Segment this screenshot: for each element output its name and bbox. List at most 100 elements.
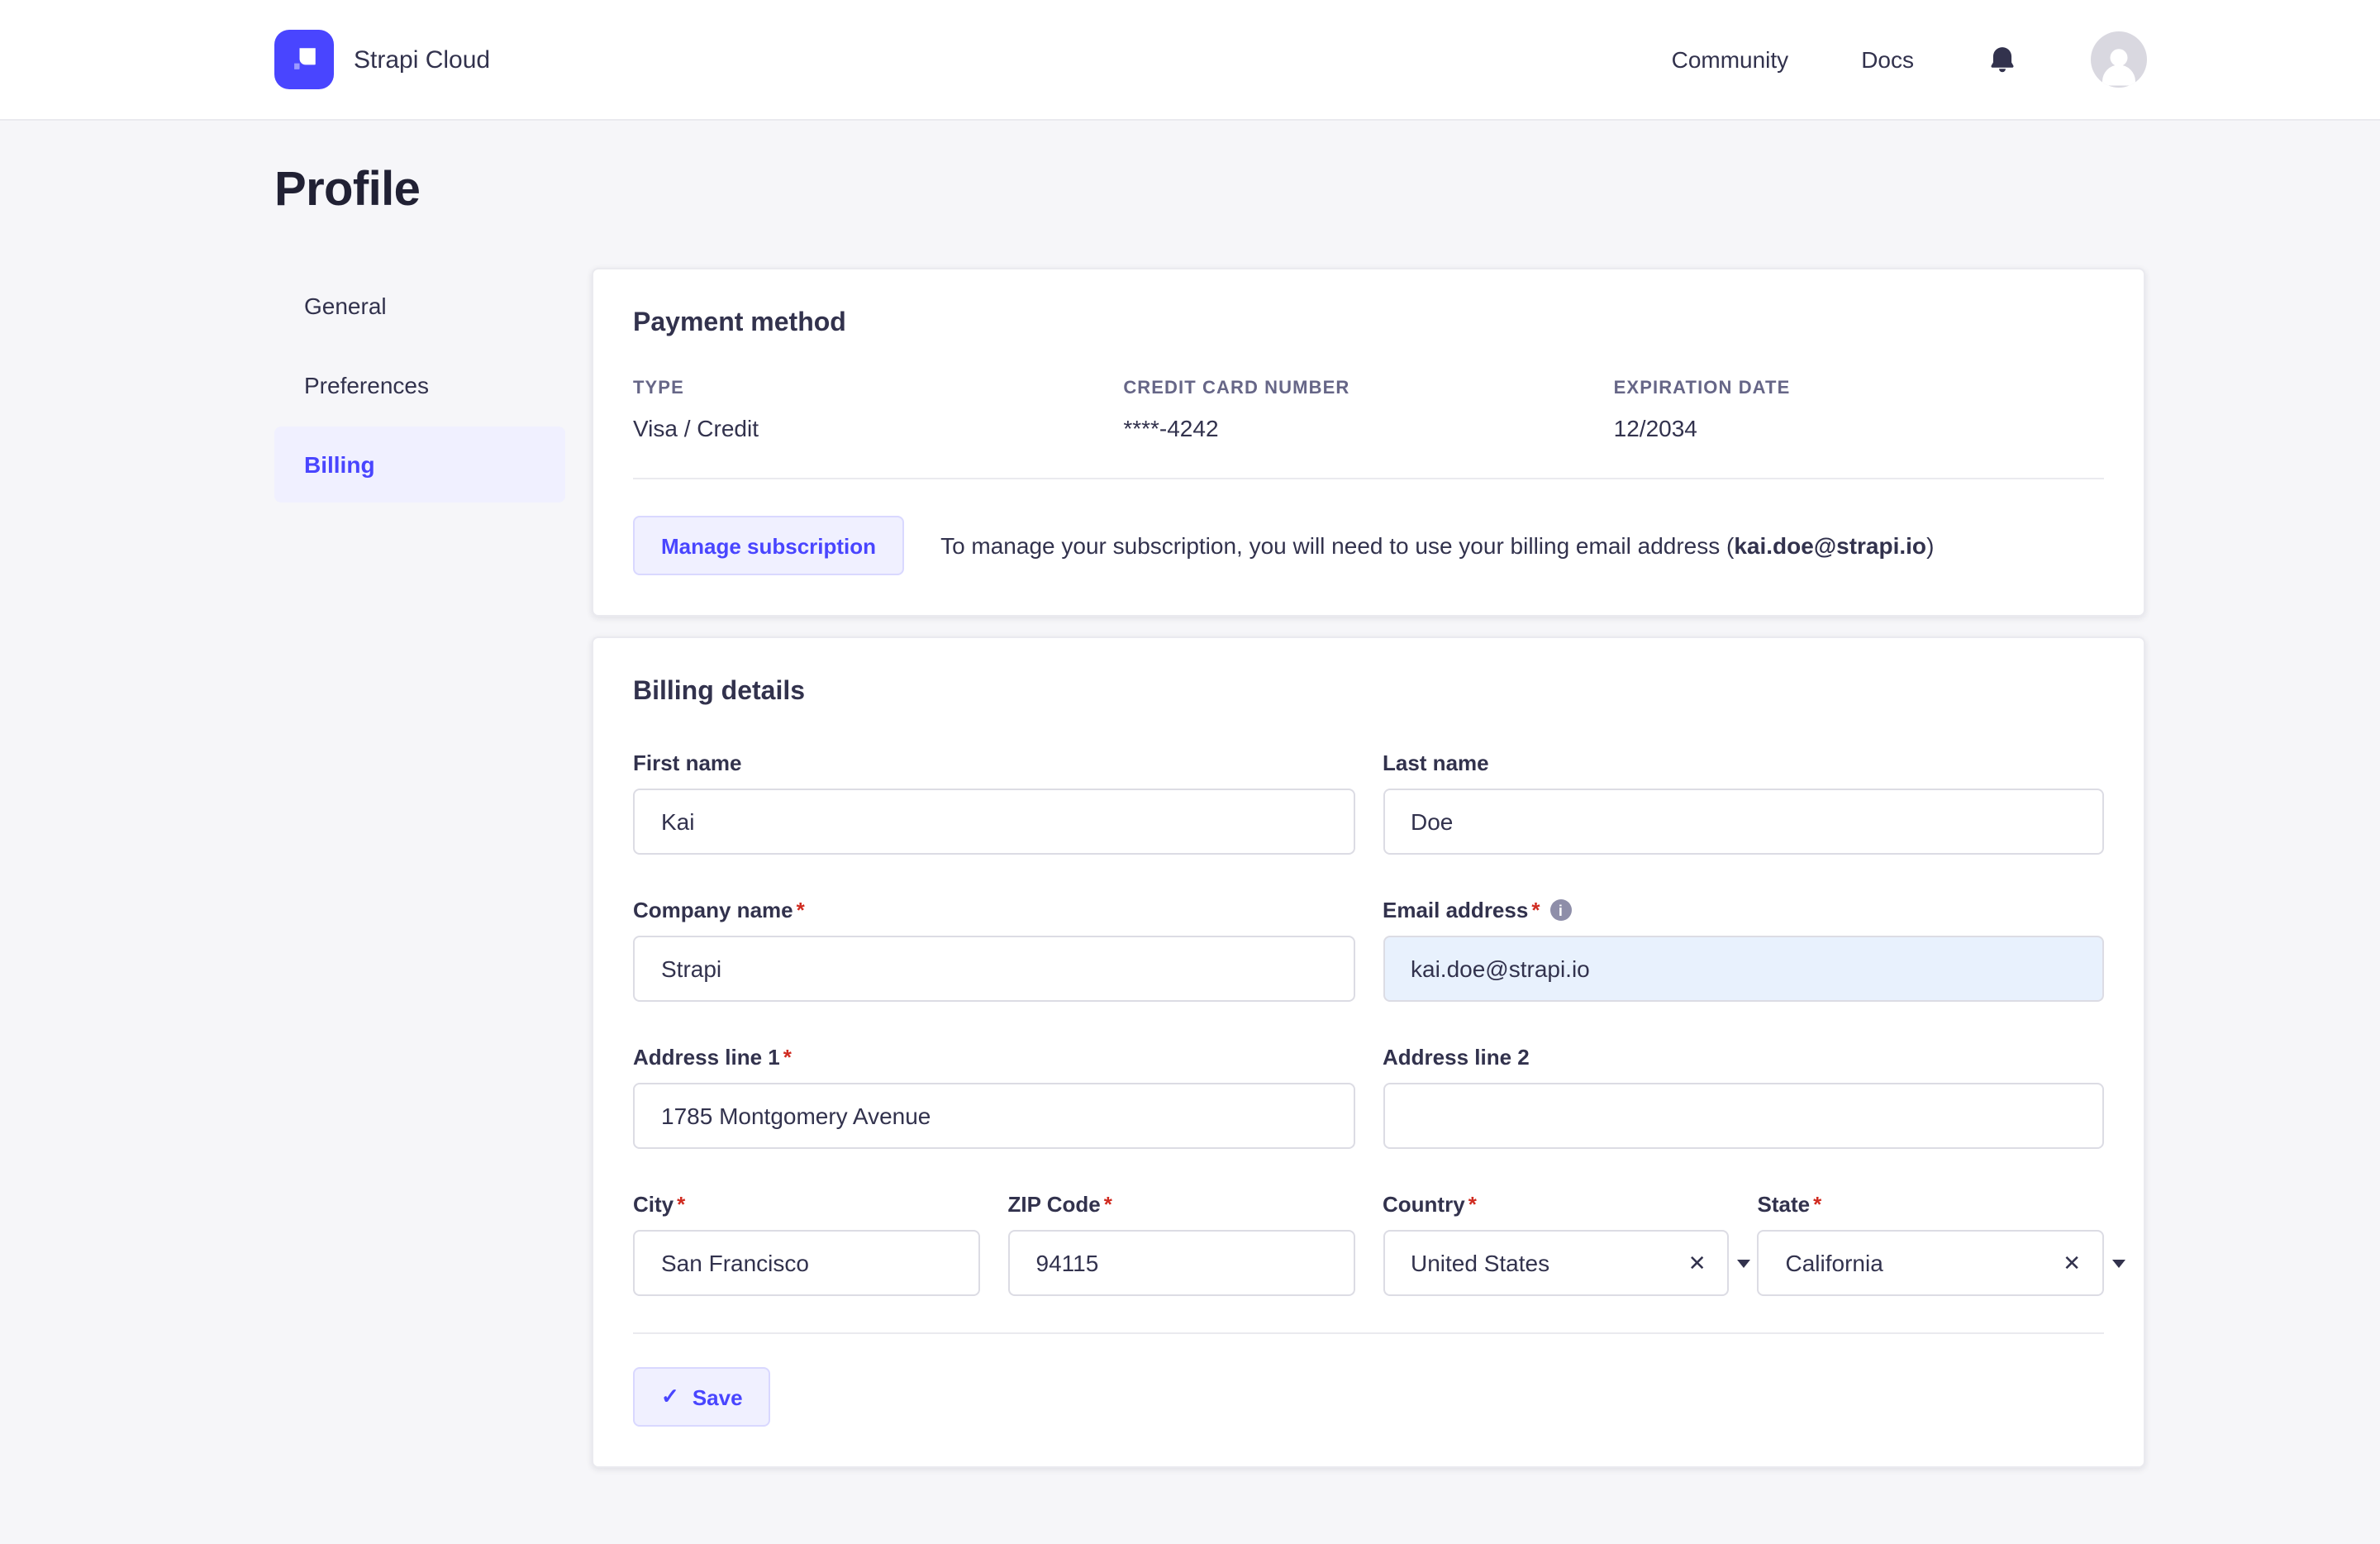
note-suffix: ) [1926, 532, 1935, 559]
field-city: City * [633, 1192, 980, 1296]
first-name-input[interactable] [633, 789, 1354, 855]
payment-method-card: Payment method TYPE Visa / Credit CREDIT… [592, 268, 2145, 617]
payment-type: TYPE Visa / Credit [633, 379, 1123, 441]
required-mark: * [796, 898, 805, 922]
country-combobox: ✕ [1383, 1230, 1751, 1296]
app-root: Strapi Cloud Community Docs Profile Gene… [0, 0, 2380, 1544]
required-mark: * [1531, 898, 1540, 922]
sidebar-item-preferences[interactable]: Preferences [274, 347, 565, 423]
address2-label: Address line 2 [1383, 1045, 2104, 1070]
brand[interactable]: Strapi Cloud [274, 30, 490, 89]
first-name-label-text: First name [633, 751, 742, 775]
last-name-input[interactable] [1383, 789, 2104, 855]
card-number-label: CREDIT CARD NUMBER [1123, 379, 1350, 398]
page-title: Profile [274, 164, 421, 217]
save-button-label: Save [692, 1384, 743, 1409]
expiration-value: 12/2034 [1613, 415, 1697, 441]
zip-code-input[interactable] [1007, 1230, 1354, 1296]
address-line-1-input[interactable] [633, 1083, 1354, 1149]
note-prefix: To manage your subscription, you will ne… [940, 532, 1735, 559]
field-zip-code: ZIP Code * [1007, 1192, 1355, 1296]
profile-nav: General Preferences Billing [274, 268, 565, 506]
payment-card-title: Payment method [633, 309, 846, 337]
billing-details-card: Billing details First name Last name Com… [592, 636, 2145, 1468]
required-mark: * [677, 1192, 686, 1217]
nav-community[interactable]: Community [1672, 46, 1789, 73]
city-label: City * [633, 1192, 980, 1217]
billing-email-note: To manage your subscription, you will ne… [940, 532, 1934, 559]
payment-card-number: CREDIT CARD NUMBER ****-4242 [1123, 379, 1613, 441]
email-input[interactable] [1383, 936, 2104, 1002]
notifications-bell-icon[interactable] [1987, 44, 2018, 75]
billing-form-grid: First name Last name Company name* [633, 751, 2104, 1149]
check-icon: ✓ [661, 1384, 679, 1408]
field-last-name: Last name [1383, 751, 2104, 855]
state-clear-icon[interactable]: ✕ [2063, 1252, 2081, 1274]
required-mark: * [1813, 1192, 1822, 1217]
state-input[interactable] [1757, 1230, 2104, 1296]
state-label: State * [1758, 1192, 2105, 1217]
expiration-label: EXPIRATION DATE [1613, 379, 1791, 398]
state-label-text: State [1757, 1192, 1811, 1217]
country-input[interactable] [1383, 1230, 1730, 1296]
top-header: Strapi Cloud Community Docs [0, 0, 2380, 121]
zip-label: ZIP Code * [1008, 1192, 1355, 1217]
payment-expiration: EXPIRATION DATE 12/2034 [1614, 379, 2104, 441]
address-line-2-input[interactable] [1383, 1083, 2104, 1149]
save-button[interactable]: ✓ Save [633, 1367, 771, 1427]
content-row: General Preferences Billing Payment meth… [274, 268, 2147, 1468]
header-right: Community Docs [1672, 31, 2147, 88]
info-icon[interactable]: i [1549, 899, 1572, 921]
nav-docs[interactable]: Docs [1861, 46, 1914, 73]
state-combobox: ✕ [1757, 1230, 2125, 1296]
zip-label-text: ZIP Code [1007, 1192, 1101, 1217]
required-mark: * [1103, 1192, 1112, 1217]
manage-subscription-button[interactable]: Manage subscription [633, 516, 905, 575]
user-avatar[interactable] [2091, 31, 2147, 88]
email-label: Email address * i [1383, 898, 2104, 922]
divider [633, 478, 2104, 479]
field-state: State* ✕ [1757, 1192, 2125, 1296]
brand-name: Strapi Cloud [354, 45, 491, 74]
country-label-text: Country [1383, 1192, 1465, 1217]
payment-summary: TYPE Visa / Credit CREDIT CARD NUMBER **… [633, 379, 2104, 441]
payment-type-label: TYPE [633, 379, 684, 398]
field-email-address: Email address * i [1383, 898, 2104, 1002]
field-address-line-2: Address line 2 [1383, 1045, 2104, 1149]
main-column: Payment method TYPE Visa / Credit CREDIT… [592, 268, 2145, 1468]
field-company-name: Company name * [633, 898, 1354, 1002]
card-number-value: ****-4242 [1123, 415, 1219, 441]
billing-card-title: Billing details [633, 678, 806, 706]
state-caret-down-icon[interactable] [2112, 1260, 2125, 1268]
last-name-label: Last name [1383, 751, 2104, 775]
address2-label-text: Address line 2 [1383, 1045, 1530, 1070]
email-label-text: Email address [1383, 898, 1529, 922]
required-mark: * [783, 1045, 792, 1070]
billing-form-row-location: City* ZIP Code* Country* ✕ [633, 1192, 2125, 1296]
country-caret-down-icon[interactable] [1737, 1260, 1751, 1268]
country-label: Country * [1383, 1192, 1730, 1217]
address1-label: Address line 1 * [633, 1045, 1354, 1070]
note-email: kai.doe@strapi.io [1734, 532, 1927, 559]
company-name-label: Company name * [633, 898, 1354, 922]
field-address-line-1: Address line 1 * [633, 1045, 1354, 1149]
save-row: ✓ Save [633, 1367, 2104, 1427]
required-mark: * [1468, 1192, 1477, 1217]
payment-footer: Manage subscription To manage your subsc… [633, 516, 2104, 575]
field-country: Country* ✕ [1383, 1192, 1751, 1296]
last-name-label-text: Last name [1383, 751, 1489, 775]
strapi-logo-icon [274, 30, 334, 89]
city-label-text: City [633, 1192, 674, 1217]
first-name-label: First name [633, 751, 1354, 775]
company-label-text: Company name [633, 898, 793, 922]
city-input[interactable] [633, 1230, 980, 1296]
page-body: Profile General Preferences Billing Paym… [0, 121, 2380, 1534]
field-first-name: First name [633, 751, 1354, 855]
country-clear-icon[interactable]: ✕ [1688, 1252, 1706, 1274]
address1-label-text: Address line 1 [633, 1045, 780, 1070]
payment-type-value: Visa / Credit [633, 415, 759, 441]
divider [633, 1332, 2104, 1334]
company-name-input[interactable] [633, 936, 1354, 1002]
sidebar-item-billing[interactable]: Billing [274, 427, 565, 503]
sidebar-item-general[interactable]: General [274, 268, 565, 344]
